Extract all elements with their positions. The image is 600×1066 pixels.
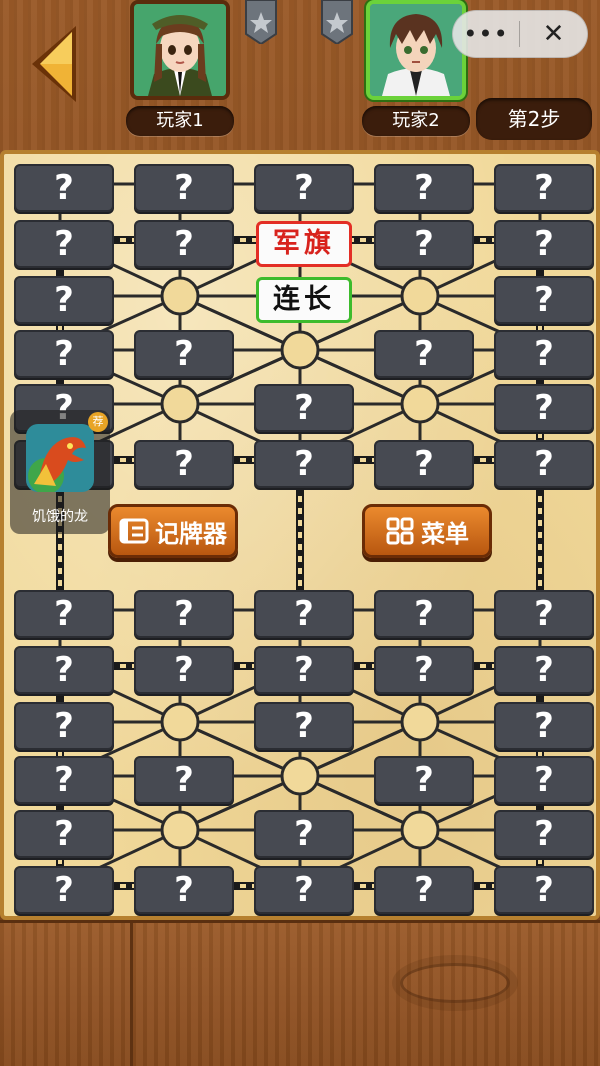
- card-recorder-label: 记牌器: [155, 519, 227, 548]
- back-arrow-button[interactable]: [26, 22, 82, 106]
- hidden-piece-tile[interactable]: ?: [374, 866, 474, 914]
- hidden-piece-tile[interactable]: ?: [494, 220, 594, 268]
- hidden-piece-tile[interactable]: ?: [494, 756, 594, 804]
- hidden-piece-tile[interactable]: ?: [14, 866, 114, 914]
- player2-avatar[interactable]: [366, 0, 466, 100]
- hidden-piece-tile[interactable]: ?: [254, 866, 354, 914]
- hidden-piece-tile[interactable]: ?: [494, 590, 594, 638]
- hidden-piece-tile[interactable]: ?: [494, 440, 594, 488]
- hidden-piece-tile[interactable]: ?: [494, 810, 594, 858]
- piece-flag[interactable]: 军旗: [256, 221, 352, 267]
- hidden-piece-tile[interactable]: ?: [254, 440, 354, 488]
- card-recorder-icon: [119, 517, 149, 545]
- hidden-piece-tile[interactable]: ?: [374, 590, 474, 638]
- hidden-piece-tile[interactable]: ?: [14, 276, 114, 324]
- hidden-piece-tile[interactable]: ?: [14, 220, 114, 268]
- hidden-piece-tile[interactable]: ?: [14, 590, 114, 638]
- hidden-piece-tile[interactable]: ?: [14, 756, 114, 804]
- hidden-piece-tile[interactable]: ?: [14, 330, 114, 378]
- game-board: ????????????????????????????????????????…: [0, 150, 600, 920]
- close-icon[interactable]: ✕: [520, 11, 587, 57]
- hidden-piece-tile[interactable]: ?: [134, 646, 234, 694]
- female-soldier-portrait-icon: [134, 4, 226, 96]
- hidden-piece-tile[interactable]: ?: [494, 330, 594, 378]
- male-character-portrait-icon: [370, 4, 462, 96]
- hidden-piece-tile[interactable]: ?: [374, 330, 474, 378]
- piece-captain[interactable]: 连长: [256, 277, 352, 323]
- hidden-piece-tile[interactable]: ?: [494, 866, 594, 914]
- grid-menu-icon: [385, 517, 415, 545]
- hidden-piece-tile[interactable]: ?: [14, 810, 114, 858]
- player2-name: 玩家2: [362, 106, 470, 136]
- rank-medal-icon: [242, 0, 280, 46]
- hidden-piece-tile[interactable]: ?: [14, 164, 114, 212]
- hidden-piece-tile[interactable]: ?: [254, 702, 354, 750]
- wood-knot: [400, 963, 510, 1003]
- hidden-piece-tile[interactable]: ?: [134, 220, 234, 268]
- more-options-icon[interactable]: •••: [453, 11, 519, 57]
- hidden-piece-tile[interactable]: ?: [254, 646, 354, 694]
- dragon-game-icon: [26, 424, 94, 492]
- hidden-piece-tile[interactable]: ?: [494, 276, 594, 324]
- menu-button[interactable]: 菜单: [362, 504, 492, 558]
- player1-name: 玩家1: [126, 106, 234, 136]
- hidden-piece-tile[interactable]: ?: [254, 810, 354, 858]
- hidden-piece-tile[interactable]: ?: [134, 756, 234, 804]
- hidden-piece-tile[interactable]: ?: [254, 384, 354, 432]
- hidden-piece-tile[interactable]: ?: [254, 164, 354, 212]
- rank-medal-icon: [318, 0, 356, 46]
- hidden-piece-tile[interactable]: ?: [134, 590, 234, 638]
- hidden-piece-tile[interactable]: ?: [494, 384, 594, 432]
- menu-label: 菜单: [421, 519, 469, 548]
- miniprogram-capsule: ••• ✕: [452, 10, 588, 58]
- hidden-piece-tile[interactable]: ?: [134, 866, 234, 914]
- hidden-piece-tile[interactable]: ?: [494, 164, 594, 212]
- ad-game-card[interactable]: 饥饿的龙 荐: [10, 410, 110, 534]
- hidden-piece-tile[interactable]: ?: [374, 646, 474, 694]
- hidden-piece-tile[interactable]: ?: [494, 702, 594, 750]
- hidden-piece-tile[interactable]: ?: [494, 646, 594, 694]
- hidden-piece-tile[interactable]: ?: [374, 756, 474, 804]
- player1-avatar[interactable]: [130, 0, 230, 100]
- wood-seam: [130, 923, 133, 1066]
- hidden-piece-tile[interactable]: ?: [374, 440, 474, 488]
- hidden-piece-tile[interactable]: ?: [374, 220, 474, 268]
- hidden-piece-tile[interactable]: ?: [254, 590, 354, 638]
- recommend-badge: 荐: [88, 412, 108, 432]
- ad-game-title: 饥饿的龙: [32, 509, 88, 525]
- hidden-piece-tile[interactable]: ?: [374, 164, 474, 212]
- hidden-piece-tile[interactable]: ?: [134, 440, 234, 488]
- card-recorder-button[interactable]: 记牌器: [108, 504, 238, 558]
- hidden-piece-tile[interactable]: ?: [134, 330, 234, 378]
- wood-table-lower: [0, 920, 600, 1066]
- step-counter: 第2步: [476, 98, 592, 140]
- hidden-piece-tile[interactable]: ?: [14, 702, 114, 750]
- hidden-piece-tile[interactable]: ?: [14, 646, 114, 694]
- hidden-piece-tile[interactable]: ?: [134, 164, 234, 212]
